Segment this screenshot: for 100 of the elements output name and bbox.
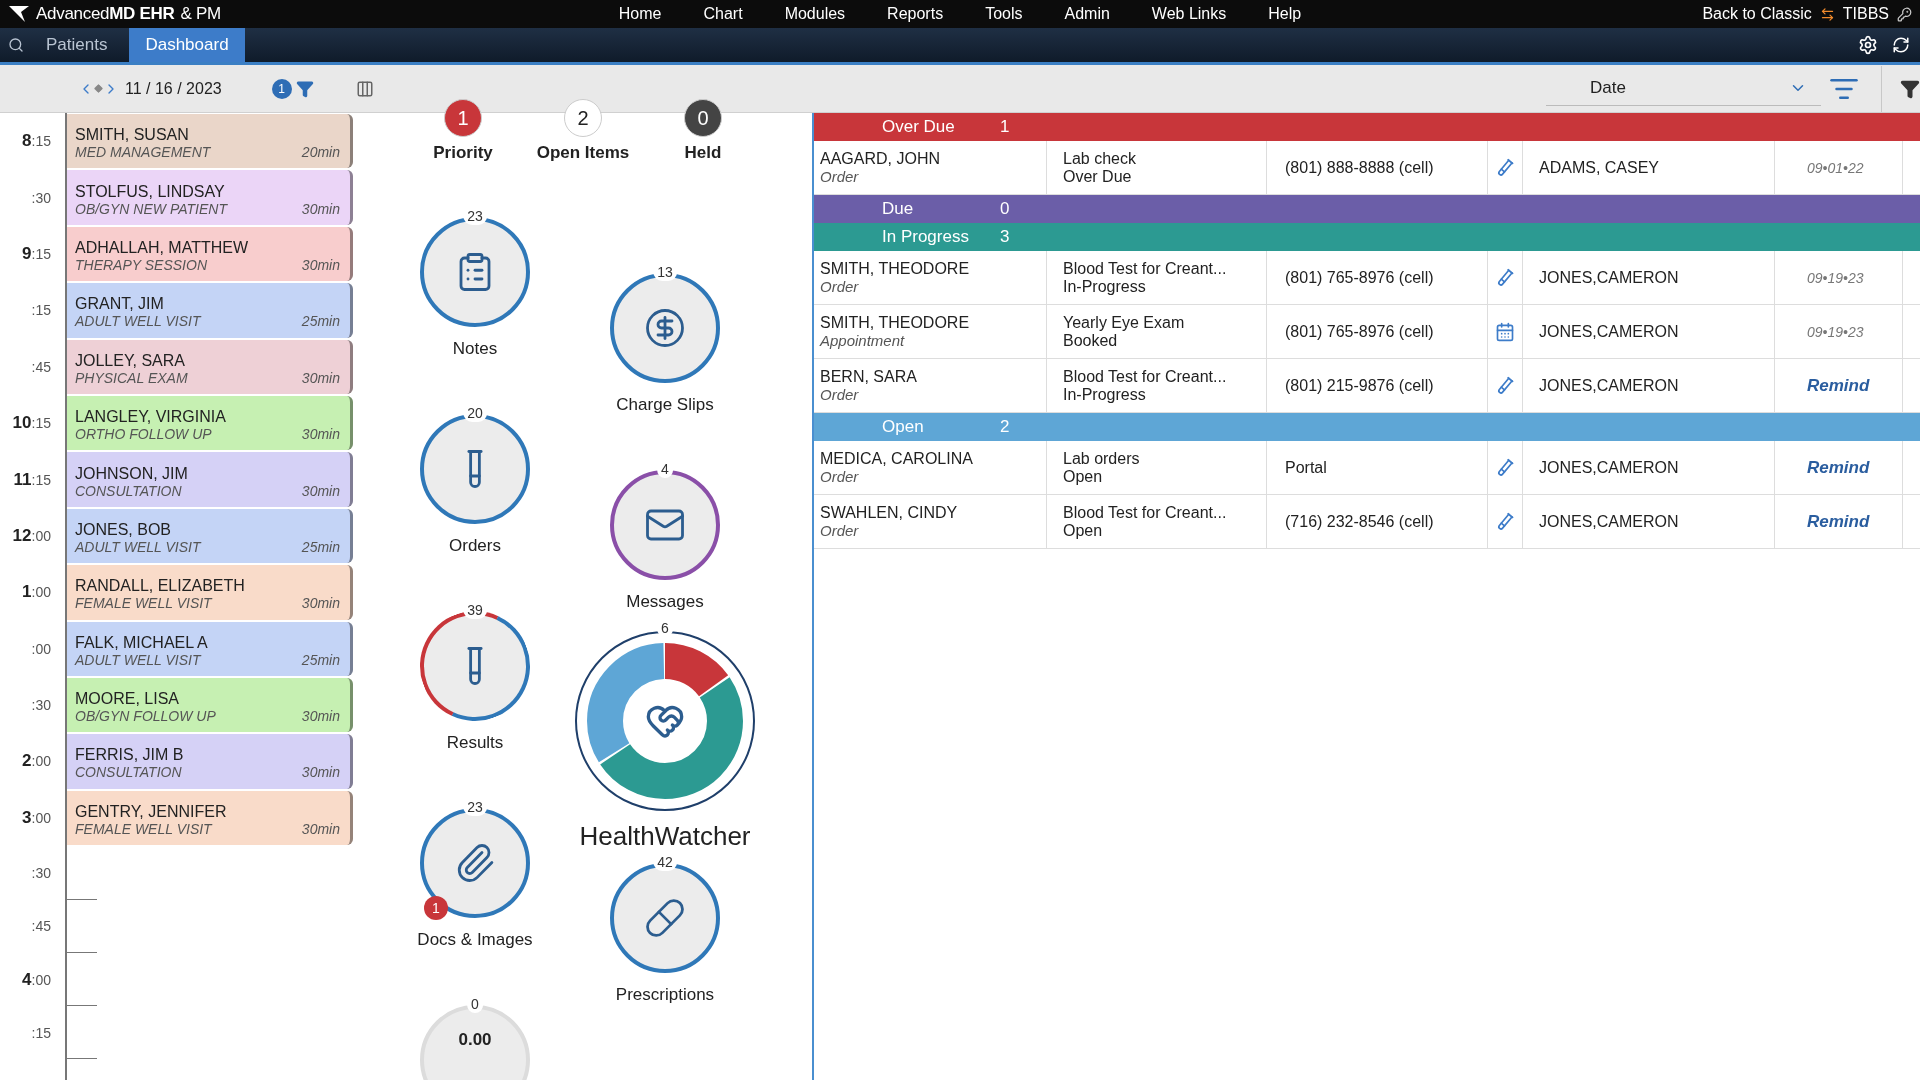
- remind-link[interactable]: Remind: [1781, 375, 1902, 396]
- today-icon[interactable]: [94, 84, 103, 93]
- visit-duration: 30min: [301, 200, 340, 217]
- item-name: Lab check: [1063, 149, 1137, 168]
- visit-type: ADULT WELL VISIT: [75, 538, 201, 555]
- item-status: Over Due: [1063, 167, 1133, 186]
- time-label: 11:15: [12, 468, 52, 491]
- group-count: 0: [1000, 199, 1010, 219]
- provider-name: ADAMS, CASEY: [1538, 158, 1661, 177]
- appointment-card[interactable]: SMITH, SUSAN MED MANAGEMENT 20min: [67, 114, 353, 169]
- visit-type: CONSULTATION: [75, 764, 182, 781]
- columns-icon[interactable]: [355, 79, 374, 98]
- menu-item[interactable]: Chart: [703, 5, 743, 23]
- status-label: Priority: [433, 143, 493, 163]
- time-label: 8:15: [21, 130, 52, 153]
- group-title: Open: [882, 417, 925, 437]
- appointment-card[interactable]: ADHALLAH, MATTHEW THERAPY SESSION 30min: [67, 226, 353, 282]
- patient-name: GENTRY, JENNIFER: [75, 802, 228, 821]
- status-label: Open Items: [536, 143, 630, 163]
- settings-icon[interactable]: [1858, 35, 1878, 55]
- balance-value: 0.00: [458, 1030, 492, 1050]
- back-to-classic-link[interactable]: Back to Classic: [1702, 5, 1812, 23]
- widget-label: Prescriptions: [615, 985, 715, 1005]
- patient-name: SMITH, THEODORE: [820, 314, 971, 332]
- menu-item[interactable]: Modules: [784, 5, 846, 23]
- sort-select[interactable]: Date: [1546, 71, 1821, 106]
- nav-tab[interactable]: Patients: [30, 28, 124, 62]
- patient-name: ADHALLAH, MATTHEW: [75, 238, 250, 257]
- widget-label: Notes: [452, 339, 498, 359]
- group-header[interactable]: Over Due 1: [814, 113, 1920, 141]
- contact-text: (801) 765-8976 (cell): [1284, 322, 1435, 341]
- appointment-card[interactable]: RANDALL, ELIZABETH FEMALE WELL VISIT 30min: [67, 565, 353, 620]
- visit-duration: 30min: [301, 764, 340, 781]
- time-label: :00: [30, 639, 52, 659]
- visit-duration: 25min: [301, 313, 340, 330]
- time-label: 2:00: [21, 750, 52, 773]
- key-icon[interactable]: [1897, 6, 1912, 22]
- item-name: Blood Test for Creant...: [1063, 259, 1228, 278]
- menu-item[interactable]: Reports: [887, 5, 944, 23]
- patient-name: BERN, SARA: [820, 368, 918, 386]
- contact-text: (801) 215-9876 (cell): [1284, 376, 1435, 395]
- search-icon[interactable]: [8, 37, 24, 53]
- provider-name: JONES,CAMERON: [1538, 322, 1680, 341]
- remind-link[interactable]: Remind: [1781, 457, 1902, 478]
- time-label: 10:15: [11, 412, 52, 435]
- appointment-card[interactable]: GENTRY, JENNIFER FEMALE WELL VISIT 30min: [67, 790, 353, 846]
- item-name: Lab orders: [1063, 449, 1141, 468]
- item-name: Yearly Eye Exam: [1063, 313, 1186, 332]
- patient-name: STOLFUS, LINDSAY: [75, 182, 226, 201]
- patient-name: AAGARD, JOHN: [820, 150, 941, 168]
- appointment-card[interactable]: FERRIS, JIM B CONSULTATION 30min: [67, 734, 353, 789]
- brand-name: AdvancedMD EHR: [36, 4, 175, 24]
- time-label: 3:00: [21, 806, 52, 829]
- user-name[interactable]: TIBBS: [1842, 5, 1889, 23]
- group-title: In Progress: [882, 227, 970, 247]
- item-status: Open: [1063, 467, 1104, 486]
- patient-name: SWAHLEN, CINDY: [820, 504, 959, 522]
- menu-item[interactable]: Web Links: [1151, 5, 1227, 23]
- record-type: Order: [820, 278, 860, 295]
- widget-label: Charge Slips: [616, 395, 714, 415]
- visit-type: THERAPY SESSION: [75, 256, 207, 273]
- patient-name: FERRIS, JIM B: [75, 746, 185, 765]
- appointment-card[interactable]: FALK, MICHAEL A ADULT WELL VISIT 25min: [67, 621, 353, 676]
- record-type: Order: [820, 386, 860, 403]
- nav-tab[interactable]: Dashboard: [129, 28, 245, 62]
- time-label: :15: [30, 301, 52, 321]
- contact-text: (801) 765-8976 (cell): [1284, 268, 1435, 287]
- patient-name: JOHNSON, JIM: [75, 464, 189, 483]
- widget-label: HealthWatcher: [579, 821, 751, 852]
- item-status: Open: [1063, 521, 1104, 540]
- group-header[interactable]: Due 0: [814, 195, 1920, 223]
- filter-icon[interactable]: [1900, 78, 1920, 99]
- filter-count-badge: 1: [271, 78, 292, 99]
- patient-name: FALK, MICHAEL A: [75, 633, 209, 652]
- visit-type: ADULT WELL VISIT: [75, 313, 201, 330]
- appointment-card[interactable]: MOORE, LISA OB/GYN FOLLOW UP 30min: [67, 677, 353, 733]
- visit-duration: 25min: [301, 538, 340, 555]
- menu-item[interactable]: Admin: [1064, 5, 1110, 23]
- menu-item[interactable]: Tools: [985, 5, 1023, 23]
- record-type: Order: [820, 168, 860, 185]
- date-text: 09•19•23: [1806, 269, 1865, 286]
- appointment-card[interactable]: LANGLEY, VIRGINIA ORTHO FOLLOW UP 30min: [67, 395, 353, 451]
- calendar-icon[interactable]: [1495, 321, 1515, 342]
- menu-item[interactable]: Help: [1268, 5, 1302, 23]
- visit-duration: 30min: [301, 369, 340, 386]
- time-label: :45: [30, 357, 52, 377]
- menu-item[interactable]: Home: [618, 5, 662, 23]
- time-label: 12:00: [11, 524, 52, 547]
- appointment-card[interactable]: JOLLEY, SARA PHYSICAL EXAM 30min: [67, 339, 353, 394]
- refresh-icon[interactable]: [1892, 36, 1910, 54]
- appointment-card[interactable]: JOHNSON, JIM CONSULTATION 30min: [67, 452, 353, 507]
- item-status: Booked: [1063, 331, 1119, 350]
- provider-name: JONES,CAMERON: [1538, 376, 1680, 395]
- patient-name: SMITH, THEODORE: [820, 260, 971, 278]
- visit-duration: 30min: [301, 256, 340, 273]
- visit-duration: 25min: [301, 651, 340, 668]
- appointment-card[interactable]: GRANT, JIM ADULT WELL VISIT 25min: [67, 283, 353, 338]
- appointment-card[interactable]: STOLFUS, LINDSAY OB/GYN NEW PATIENT 30min: [67, 170, 353, 225]
- appointment-card[interactable]: JONES, BOB ADULT WELL VISIT 25min: [67, 508, 353, 564]
- remind-link[interactable]: Remind: [1781, 511, 1902, 532]
